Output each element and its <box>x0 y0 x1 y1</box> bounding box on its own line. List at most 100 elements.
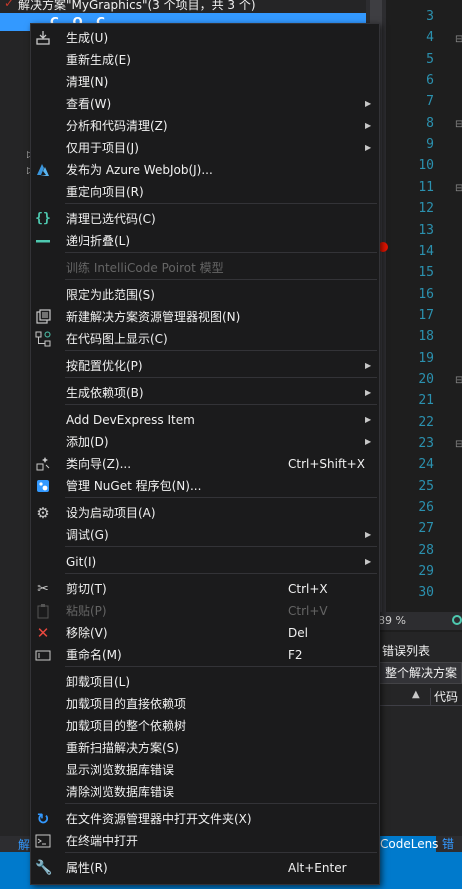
menu-item[interactable]: 清除浏览数据库错误 <box>31 781 379 803</box>
menu-item-label: 查看(W) <box>66 97 112 111</box>
line-number: 24 <box>418 457 434 473</box>
menu-item[interactable]: 显示浏览数据库错误 <box>31 759 379 781</box>
new-view-icon <box>35 309 51 325</box>
line-number: 9 <box>426 137 434 153</box>
checkmark-icon: ✓ <box>4 0 15 10</box>
menu-item[interactable]: 递归折叠(L) <box>31 230 379 252</box>
line-number: 6 <box>426 73 434 89</box>
code-map-icon <box>35 331 51 347</box>
line-number: 21 <box>418 393 434 409</box>
column-code[interactable]: 代码 <box>430 688 458 705</box>
menu-item[interactable]: ✂ 剪切(T) Ctrl+X <box>31 578 379 600</box>
menu-item-label: 按配置优化(P) <box>66 359 143 373</box>
tab-codelens[interactable]: CodeLens <box>376 836 438 852</box>
menu-item-label: 粘贴(P) <box>66 604 107 618</box>
line-number: 10 <box>418 158 434 174</box>
line-number: 13 <box>418 222 434 238</box>
menu-item-label: 调试(G) <box>66 528 109 542</box>
line-number: 30 <box>418 585 434 601</box>
menu-item[interactable]: 加载项目的整个依赖树 <box>31 715 379 737</box>
error-list-title: 错误列表 <box>382 644 431 658</box>
fold-icon[interactable]: ⊟ <box>455 119 462 130</box>
menu-item[interactable]: 管理 NuGet 程序包(N)... <box>31 475 379 497</box>
menu-item[interactable]: 🔧 属性(R) Alt+Enter <box>31 857 379 879</box>
menu-item[interactable]: 新建解决方案资源管理器视图(N) <box>31 306 379 328</box>
line-number: 8 <box>426 115 434 131</box>
submenu-arrow-icon: ▶ <box>365 361 372 370</box>
menu-item[interactable]: {} 清理已选代码(C) <box>31 208 379 230</box>
menu-item[interactable]: ✕ 移除(V) Del <box>31 622 379 644</box>
zoom-level[interactable]: 89 % <box>376 612 462 630</box>
menu-item[interactable]: 限定为此范围(S) <box>31 284 379 306</box>
menu-item[interactable]: 生成依赖项(B) ▶ <box>31 382 379 404</box>
code-editor[interactable] <box>386 0 462 612</box>
menu-separator <box>65 377 377 378</box>
menu-item[interactable]: 重新生成(E) <box>31 49 379 71</box>
paste-icon <box>35 603 51 619</box>
menu-item[interactable]: 调试(G) ▶ <box>31 524 379 546</box>
line-number: 19 <box>418 350 434 366</box>
error-scope-dropdown[interactable]: 整个解决方案 <box>378 662 462 684</box>
menu-separator <box>65 279 377 280</box>
line-number: 29 <box>418 564 434 580</box>
fold-icon[interactable]: ⊟ <box>455 183 462 194</box>
menu-item-label: 剪切(T) <box>66 582 107 596</box>
menu-item[interactable]: 卸载项目(L) <box>31 671 379 693</box>
line-number: 26 <box>418 500 434 516</box>
menu-item[interactable]: 按配置优化(P) ▶ <box>31 355 379 377</box>
menu-item[interactable]: Git(I) ▶ <box>31 551 379 573</box>
menu-item[interactable]: 在终端中打开 <box>31 830 379 852</box>
zoom-value: 89 % <box>378 614 406 627</box>
solution-node-label: 解决方案"MyGraphics"(3 个项目，共 3 个) <box>18 0 256 12</box>
fold-icon[interactable]: ⊟ <box>455 34 462 45</box>
braces-icon: {} <box>35 211 51 226</box>
tab-solution-explorer[interactable]: 解 <box>18 836 30 853</box>
menu-item-label: 新建解决方案资源管理器视图(N) <box>66 310 241 324</box>
menu-item[interactable]: 类向导(Z)... Ctrl+Shift+X <box>31 453 379 475</box>
sort-icon[interactable]: ▲ <box>412 689 420 700</box>
menu-separator <box>65 803 377 804</box>
menu-item[interactable]: 添加(D) ▶ <box>31 431 379 453</box>
menu-item-label: 重定向项目(R) <box>66 185 144 199</box>
tab-error-list[interactable]: 错 <box>442 836 454 852</box>
line-number: 25 <box>418 478 434 494</box>
menu-item-shortcut: F2 <box>288 648 303 662</box>
menu-item[interactable]: 在代码图上显示(C) <box>31 328 379 350</box>
line-number: 27 <box>418 521 434 537</box>
menu-item[interactable]: 生成(U) <box>31 27 379 49</box>
line-number: 18 <box>418 329 434 345</box>
menu-item-label: 分析和代码清理(Z) <box>66 119 168 133</box>
menu-item[interactable]: 分析和代码清理(Z) ▶ <box>31 115 379 137</box>
menu-item[interactable]: 仅用于项目(J) ▶ <box>31 137 379 159</box>
menu-item-label: 设为启动项目(A) <box>66 506 156 520</box>
gear-icon: ⚙ <box>36 504 50 522</box>
menu-item-label: 重新生成(E) <box>66 53 131 67</box>
menu-item-shortcut: Ctrl+Shift+X <box>288 457 365 471</box>
build-icon <box>35 30 51 46</box>
nuget-icon <box>35 478 51 494</box>
menu-item[interactable]: ↻ 在文件资源管理器中打开文件夹(X) <box>31 808 379 830</box>
delete-icon: ✕ <box>36 624 50 642</box>
menu-item-label: 加载项目的整个依赖树 <box>66 719 187 733</box>
menu-item[interactable]: 查看(W) ▶ <box>31 93 379 115</box>
menu-separator <box>65 203 377 204</box>
menu-item-label: 移除(V) <box>66 626 108 640</box>
menu-item[interactable]: 清理(N) <box>31 71 379 93</box>
menu-item[interactable]: 重定向项目(R) <box>31 181 379 203</box>
menu-item-label: 生成(U) <box>66 31 109 45</box>
menu-item-label: Git(I) <box>66 555 97 569</box>
menu-item[interactable]: ⚙ 设为启动项目(A) <box>31 502 379 524</box>
collapse-icon <box>35 233 51 249</box>
fold-icon[interactable]: ⊟ <box>455 439 462 450</box>
menu-item[interactable]: 重命名(M) F2 <box>31 644 379 666</box>
line-number: 17 <box>418 307 434 323</box>
menu-item[interactable]: Add DevExpress Item ▶ <box>31 409 379 431</box>
fold-icon[interactable]: ⊟ <box>455 375 462 386</box>
menu-item[interactable]: 重新扫描解决方案(S) <box>31 737 379 759</box>
menu-item-label: 管理 NuGet 程序包(N)... <box>66 479 202 493</box>
menu-separator <box>65 350 377 351</box>
line-number: 14 <box>418 243 434 259</box>
menu-item[interactable]: 发布为 Azure WebJob(J)... <box>31 159 379 181</box>
solution-node[interactable]: 解决方案"MyGraphics"(3 个项目，共 3 个) <box>18 0 256 14</box>
menu-item[interactable]: 加载项目的直接依赖项 <box>31 693 379 715</box>
